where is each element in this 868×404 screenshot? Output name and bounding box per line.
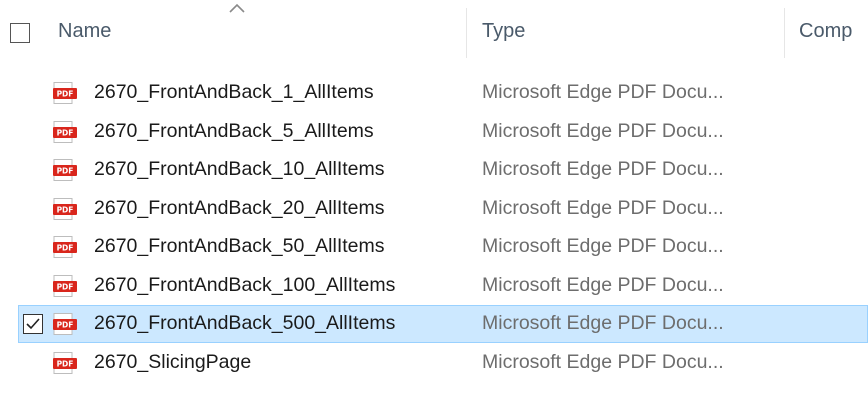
column-header-compressed[interactable]: Comp	[799, 20, 852, 43]
pdf-icon-label: PDF	[57, 167, 74, 176]
file-row[interactable]: PDF 2670_FrontAndBack_1_AllItems Microsoft…	[0, 74, 868, 112]
file-name[interactable]: 2670_FrontAndBack_20_AllItems	[94, 197, 385, 220]
file-row[interactable]: PDF 2670_FrontAndBack_20_AllItems Microsof…	[0, 190, 868, 228]
pdf-icon-label: PDF	[57, 321, 74, 330]
file-name[interactable]: 2670_FrontAndBack_10_AllItems	[94, 158, 385, 181]
file-type: Microsoft Edge PDF Docu...	[482, 235, 724, 257]
file-type: Microsoft Edge PDF Docu...	[482, 350, 724, 373]
file-type: Microsoft Edge PDF Docu...	[482, 196, 724, 219]
sort-ascending-icon	[229, 3, 245, 13]
column-header-name[interactable]: Name	[58, 20, 111, 43]
column-header-bar: Name Type Comp	[0, 0, 868, 70]
file-row[interactable]: PDF 2670_FrontAndBack_50_AllItems Microsof…	[0, 228, 868, 266]
file-name[interactable]: 2670_SlicingPage	[94, 351, 251, 374]
file-type: Microsoft Edge PDF Docu...	[482, 158, 724, 180]
column-header-type[interactable]: Type	[482, 20, 525, 43]
file-row[interactable]: PDF 2670_FrontAndBack_10_AllItems Microsof…	[0, 151, 868, 189]
file-name[interactable]: 2670_FrontAndBack_5_AllItems	[94, 120, 374, 143]
checkmark-icon	[26, 318, 40, 330]
file-type: Microsoft Edge PDF Docu...	[482, 312, 724, 334]
pdf-icon-label: PDF	[57, 282, 74, 291]
pdf-file-icon: PDF	[53, 313, 77, 335]
file-row[interactable]: PDF 2670_FrontAndBack_100_AllItems Microso…	[0, 267, 868, 305]
pdf-icon-label: PDF	[57, 128, 74, 137]
column-divider[interactable]	[466, 8, 467, 58]
pdf-icon-label: PDF	[57, 359, 74, 368]
pdf-file-icon: PDF	[53, 82, 77, 104]
column-divider[interactable]	[784, 8, 785, 58]
row-checkbox-checked[interactable]	[23, 314, 43, 334]
pdf-file-icon: PDF	[53, 197, 77, 220]
pdf-file-icon: PDF	[53, 159, 77, 181]
pdf-file-icon: PDF	[53, 351, 77, 374]
file-row[interactable]: PDF 2670_FrontAndBack_5_AllItems Microsoft…	[0, 113, 868, 151]
file-name[interactable]: 2670_FrontAndBack_1_AllItems	[94, 81, 374, 104]
pdf-file-icon: PDF	[53, 120, 77, 143]
select-all-checkbox[interactable]	[10, 23, 30, 43]
file-name[interactable]: 2670_FrontAndBack_100_AllItems	[94, 274, 395, 297]
pdf-icon-label: PDF	[57, 90, 74, 99]
pdf-icon-label: PDF	[57, 244, 74, 253]
file-name[interactable]: 2670_FrontAndBack_500_AllItems	[94, 312, 395, 335]
file-type: Microsoft Edge PDF Docu...	[482, 273, 724, 296]
pdf-file-icon: PDF	[53, 236, 77, 258]
file-row[interactable]: PDF 2670_SlicingPage Microsoft Edge PDF Do…	[0, 344, 868, 382]
file-row[interactable]: PDF 2670_FrontAndBack_500_AllItems Microso…	[0, 305, 868, 343]
file-type: Microsoft Edge PDF Docu...	[482, 119, 724, 142]
file-name[interactable]: 2670_FrontAndBack_50_AllItems	[94, 235, 385, 258]
pdf-icon-label: PDF	[57, 205, 74, 214]
pdf-file-icon: PDF	[53, 274, 77, 297]
file-type: Microsoft Edge PDF Docu...	[482, 81, 724, 103]
